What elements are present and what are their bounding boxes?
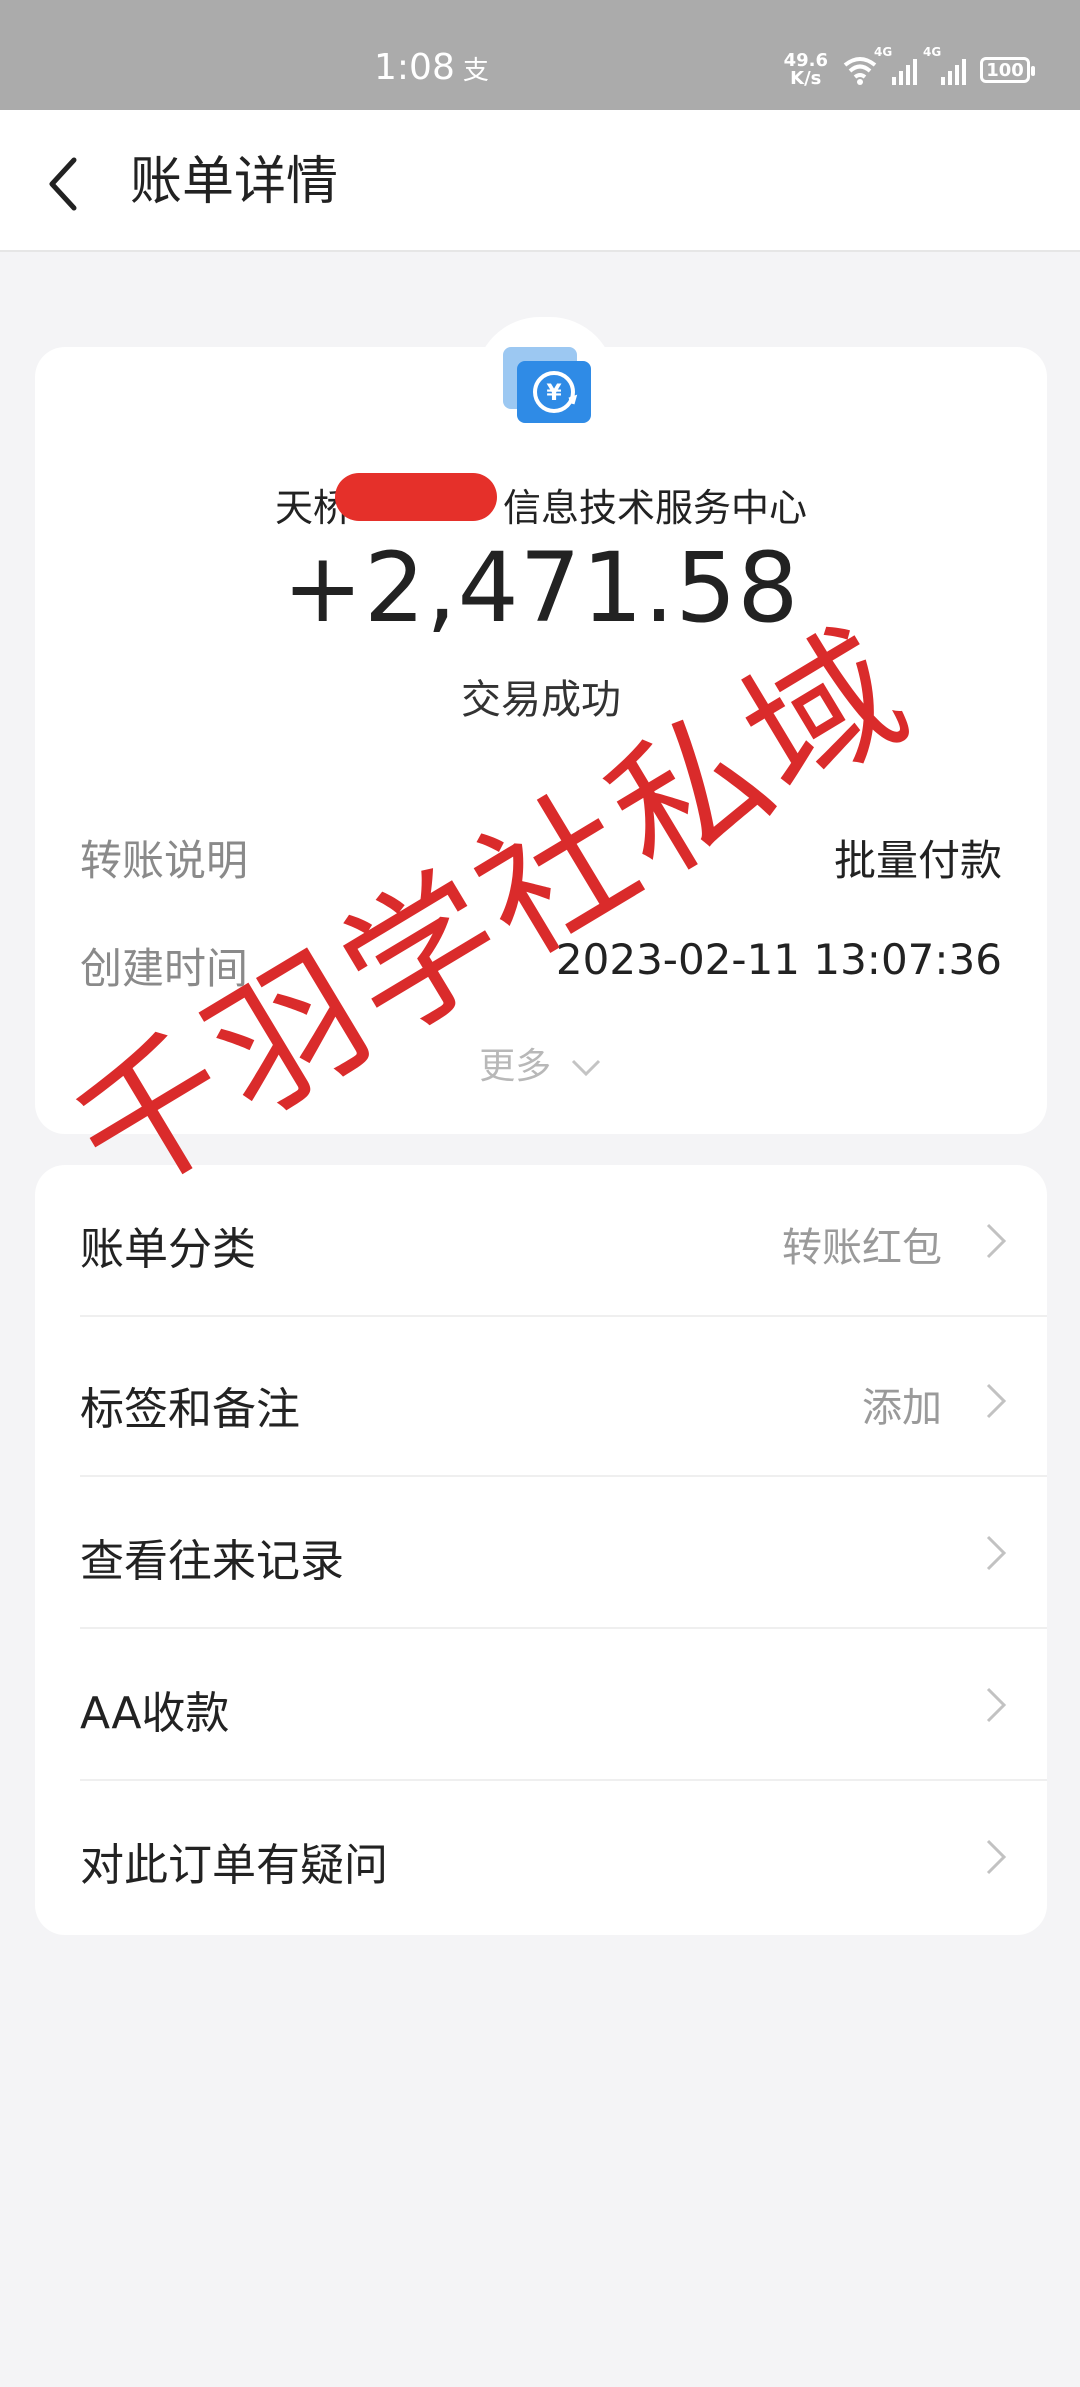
network-speed: 49.6 K/s bbox=[784, 52, 828, 88]
status-icons: 49.6 K/s 4G 4G 100 bbox=[784, 45, 1035, 92]
actions-card: 账单分类 转账红包 标签和备注 添加 查看往来记录 AA收款 对此订单有疑问 bbox=[35, 1165, 1047, 1935]
transaction-amount: +2,471.58 bbox=[282, 532, 800, 644]
status-bar: 1:08 支 49.6 K/s 4G 4G 100 bbox=[0, 0, 1080, 110]
network-speed-unit: K/s bbox=[790, 68, 822, 89]
detail-row-created-time: 创建时间 2023-02-11 13:07:36 bbox=[80, 935, 1002, 995]
list-item-label: 账单分类 bbox=[80, 1224, 256, 1275]
merchant-logo: ¥ bbox=[475, 317, 615, 447]
list-item-history[interactable]: 查看往来记录 bbox=[35, 1477, 1047, 1629]
redaction-mark bbox=[335, 473, 497, 521]
detail-key: 创建时间 bbox=[80, 944, 249, 993]
list-item-label: 对此订单有疑问 bbox=[80, 1840, 388, 1891]
detail-key: 转账说明 bbox=[80, 836, 249, 885]
navigation-bar: 账单详情 bbox=[0, 110, 1080, 252]
cell-signal-2-icon: 4G bbox=[923, 45, 966, 85]
list-item-bill-category[interactable]: 账单分类 转账红包 bbox=[35, 1165, 1047, 1317]
cell-signal-1-icon: 4G bbox=[874, 45, 917, 85]
svg-text:¥: ¥ bbox=[546, 381, 562, 406]
list-item-value: 转账红包 bbox=[782, 1225, 942, 1271]
status-time: 1:08 支 bbox=[374, 48, 489, 91]
signal-type-2: 4G bbox=[923, 45, 942, 59]
chevron-right-icon bbox=[986, 1223, 1007, 1259]
detail-value: 批量付款 bbox=[833, 836, 1002, 885]
more-details-toggle[interactable]: 更多 bbox=[35, 1037, 1047, 1089]
transaction-status: 交易成功 bbox=[461, 677, 621, 723]
transfer-yuan-icon: ¥ bbox=[503, 347, 591, 423]
detail-row-description: 转账说明 批量付款 bbox=[80, 827, 1002, 887]
detail-value: 2023-02-11 13:07:36 bbox=[555, 935, 1002, 984]
list-item-label: AA收款 bbox=[80, 1688, 230, 1739]
chevron-right-icon bbox=[986, 1535, 1007, 1571]
merchant-name: 天桥 信息技术服务中心 bbox=[274, 486, 807, 530]
back-chevron-icon[interactable] bbox=[40, 154, 90, 214]
list-item-value: 添加 bbox=[862, 1385, 942, 1431]
battery-icon: 100 bbox=[980, 57, 1035, 83]
chevron-right-icon bbox=[986, 1687, 1007, 1723]
chevron-down-icon bbox=[571, 1059, 600, 1077]
divider bbox=[80, 1315, 1047, 1317]
app-indicator-icon: 支 bbox=[462, 56, 489, 86]
transaction-card: ¥ 天桥 信息技术服务中心 +2,471.58 交易成功 转账说明 批量付款 创… bbox=[35, 317, 1047, 1134]
clock: 1:08 bbox=[374, 47, 455, 88]
list-item-label: 查看往来记录 bbox=[80, 1536, 344, 1587]
signal-type-1: 4G bbox=[874, 45, 893, 59]
list-item-tags-notes[interactable]: 标签和备注 添加 bbox=[35, 1325, 1047, 1477]
list-item-order-question[interactable]: 对此订单有疑问 bbox=[35, 1781, 1047, 1933]
chevron-right-icon bbox=[986, 1839, 1007, 1875]
battery-level: 100 bbox=[986, 59, 1024, 81]
wifi-icon bbox=[843, 57, 877, 85]
list-item-label: 标签和备注 bbox=[80, 1384, 300, 1435]
more-label: 更多 bbox=[479, 1046, 552, 1087]
list-item-aa-collect[interactable]: AA收款 bbox=[35, 1629, 1047, 1781]
page-title: 账单详情 bbox=[130, 152, 339, 212]
chevron-right-icon bbox=[986, 1383, 1007, 1419]
